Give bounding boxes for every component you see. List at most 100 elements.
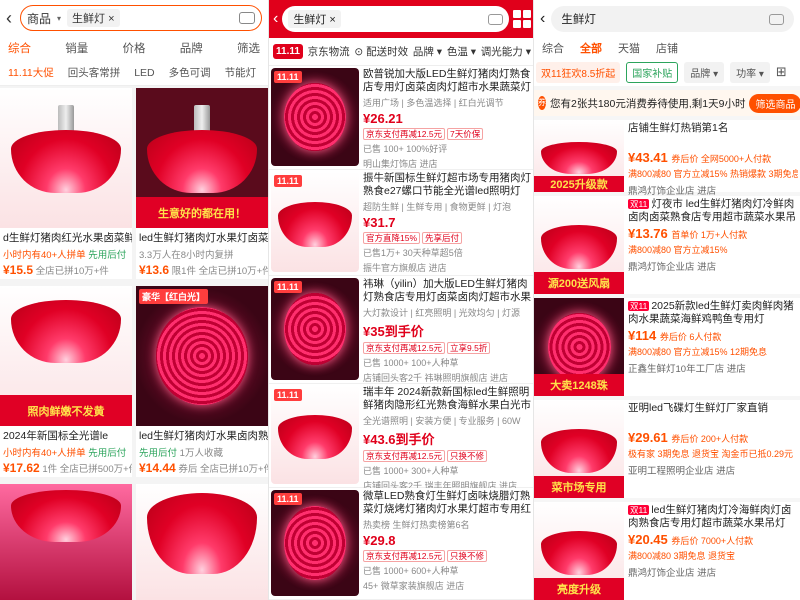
- price-note: 首单价 1万+人付款: [671, 230, 748, 240]
- filter-item[interactable]: 色温 ▾: [447, 44, 476, 59]
- product-list-item[interactable]: 11.11 振牛新国标生鲜灯超市场专用猪肉灯熟食e27螺口节能全光谱led照明灯 …: [269, 170, 533, 276]
- back-icon[interactable]: ‹: [540, 10, 545, 28]
- sales-meta: 已售 1000+ 100+人种草: [363, 358, 459, 368]
- chip-brand[interactable]: 品牌 ▾: [684, 61, 725, 83]
- product-price-row: ¥43.41 券后价 全网5000+人付款: [628, 150, 798, 165]
- search-input[interactable]: 商品 ▾ 生鲜灯 ×: [20, 5, 262, 31]
- sales-meta: 已售 1000+ 300+人种草: [363, 466, 459, 476]
- image-banner: 亮度升级: [534, 578, 624, 600]
- product-card[interactable]: 生意好的都在用！ led生鲜灯猪肉灯水果灯卤菜熟 3.3万人在8小时内复拼 ¥1…: [136, 88, 268, 279]
- promo-meta: 满800减80 官方立减15% 12期免息: [628, 347, 768, 357]
- search-scope[interactable]: 商品: [27, 10, 51, 27]
- product-image: 生意好的都在用！: [136, 88, 268, 228]
- sales-meta: 已售1万+ 30天种草超5倍: [363, 248, 463, 258]
- shop-link[interactable]: 正鑫生鲜灯10年工厂店 进店: [628, 361, 798, 375]
- product-list-item[interactable]: 大卖1248珠 双11 2025新款led生鲜灯卖肉鲜肉猪肉水果蔬菜海鲜鸡鸭鱼专用灯…: [534, 298, 800, 396]
- product-meta: 1件 全店已拼500万+件: [42, 464, 132, 475]
- product-list-item[interactable]: 11.11 微草LED熟食灯生鲜灯卤味烧腊灯熟菜灯烧烤灯猪肉灯水果灯超市专用红黄光…: [269, 488, 533, 600]
- grid-view-icon[interactable]: ⊞: [776, 64, 787, 80]
- product-list-item[interactable]: 亮度升级 双11 led生鲜灯猪肉灯冷海鲜肉灯卤肉熟食店专用灯超市蔬菜水果吊灯 ¥20…: [534, 502, 800, 600]
- promo-tags: 官方直降15% 先享后付: [363, 232, 533, 244]
- sort-sales[interactable]: 销量: [65, 40, 88, 56]
- promo-11-icon: 11.11: [274, 71, 302, 83]
- promo-tag: 只换不修: [447, 450, 488, 462]
- filter-item[interactable]: 调光能力 ▾: [481, 44, 531, 59]
- tag[interactable]: LED: [130, 65, 158, 81]
- product-title: led生鲜灯猪肉灯水果灯卤菜熟: [139, 232, 268, 244]
- panel-taobao: ‹ 生鲜灯 综合 全部 天猫 店铺 双11狂欢8.5折起 国家补贴 品牌 ▾ 功…: [534, 0, 800, 600]
- sort-composite[interactable]: 综合: [8, 40, 31, 56]
- image-banner: 源200送风扇: [534, 272, 624, 294]
- search-text: 生鲜灯: [561, 14, 596, 26]
- filter-tags: 11.11大促 回头客常拼 LED 多色可调 节能灯 圆形: [0, 60, 268, 86]
- search-chip[interactable]: 生鲜灯 ×: [288, 10, 341, 28]
- tab-composite[interactable]: 综合: [542, 40, 564, 56]
- product-card[interactable]: [0, 484, 132, 600]
- camera-icon[interactable]: [769, 13, 784, 25]
- promo-tag: 京东支付再减12.5元: [363, 128, 446, 140]
- shop-link[interactable]: 振牛官方旗舰店 进店: [363, 261, 533, 274]
- chip-subsidy[interactable]: 国家补贴: [626, 61, 679, 83]
- promo-tags: 京东支付再减12.5元 立享9.5折: [363, 342, 533, 354]
- product-list-item[interactable]: 11.11 祎琳（yilin）加大版LED生鲜灯猪肉灯熟食店专用灯卤菜卤肉灯超市水…: [269, 276, 533, 384]
- product-price: ¥26.21: [363, 111, 403, 126]
- search-bar: ‹ 商品 ▾ 生鲜灯 ×: [0, 0, 268, 36]
- product-list-item[interactable]: 11.11 瑞丰年 2024新款新国标led生鲜照明鲜猪肉隐形红光熟食海鲜水果白光…: [269, 384, 533, 491]
- camera-icon[interactable]: [488, 13, 503, 25]
- filter-goods-button[interactable]: 筛选商品: [749, 93, 800, 113]
- product-list-item[interactable]: 2025升级款 店铺生鲜灯热销第1名 ¥43.41 券后价 全网5000+人付款 满8…: [534, 120, 800, 197]
- tab-all[interactable]: 全部: [580, 40, 602, 56]
- product-list-item[interactable]: 源200送风扇 双11 灯夜市 led生鲜灯猪肉灯冷鲜肉卤肉卤菜熟食店专用超市蔬菜水…: [534, 196, 800, 294]
- shop-link[interactable]: 亚明工程照明企业店 进店: [628, 463, 798, 477]
- tag[interactable]: 11.11大促: [4, 63, 58, 82]
- filter-item[interactable]: 京东物流: [308, 44, 350, 59]
- image-banner: 生意好的都在用！: [136, 197, 268, 228]
- product-title: 双11 led生鲜灯猪肉灯冷海鲜肉灯卤肉熟食店专用灯超市蔬菜水果吊灯: [628, 504, 792, 529]
- product-list-item[interactable]: 菜市场专用 亚明led飞碟灯生鲜灯厂家直销 ¥29.61 券后价 200+人付款 极有…: [534, 400, 800, 498]
- tag[interactable]: 节能灯: [221, 63, 261, 82]
- search-chip[interactable]: 生鲜灯 ×: [67, 9, 120, 27]
- chip-promo[interactable]: 双11狂欢8.5折起: [536, 61, 621, 83]
- chip-power[interactable]: 功率 ▾: [730, 61, 770, 83]
- product-card[interactable]: d生鲜灯猪肉红光水果卤菜鲜 小时内有40+人拼单 先用后付 ¥15.5 全店已拼…: [0, 88, 132, 279]
- product-card[interactable]: 豪华【红白光】 led生鲜灯猪肉灯水果卤肉熟 先用后付 1万人收藏 ¥14.44…: [136, 286, 268, 477]
- product-price: ¥17.62: [3, 461, 40, 475]
- tab-tmall[interactable]: 天猫: [618, 40, 640, 56]
- sort-price[interactable]: 价格: [123, 40, 146, 56]
- panel-pinduoduo: ‹ 商品 ▾ 生鲜灯 × 综合 销量 价格 品牌 筛选 11.11大促 回头客常…: [0, 0, 268, 600]
- shop-link[interactable]: 45+ 微草家装旗舰店 进店: [363, 579, 533, 592]
- shop-link[interactable]: 鼎鸿灯饰企业店 进店: [628, 259, 798, 273]
- tag[interactable]: 多色可调: [165, 63, 215, 82]
- product-price-row: ¥15.5 全店已拼10万+件: [0, 261, 132, 279]
- promo-11-icon: 11.11: [274, 281, 302, 293]
- search-input[interactable]: 生鲜灯: [551, 6, 794, 32]
- product-card[interactable]: [136, 484, 268, 600]
- shop-link[interactable]: 明山集灯饰店 进店: [363, 157, 533, 170]
- tab-store[interactable]: 店铺: [656, 40, 678, 56]
- product-title: 亚明led飞碟灯生鲜灯厂家直销: [628, 402, 769, 414]
- pay-later-badge: 先用后付: [88, 250, 127, 261]
- camera-icon[interactable]: [239, 12, 255, 24]
- filter-item[interactable]: ⊙ 配送时效: [354, 44, 408, 59]
- sort-filter[interactable]: 筛选: [237, 40, 260, 56]
- product-price-row: ¥20.45 券后价 7000+人付款: [628, 532, 798, 547]
- product-image: 源200送风扇: [534, 196, 624, 294]
- search-input[interactable]: 生鲜灯 ×: [282, 6, 509, 32]
- search-bar: ‹ 生鲜灯 ×: [269, 0, 533, 38]
- shop-link[interactable]: 鼎鸿灯饰企业店 进店: [628, 183, 798, 197]
- tag[interactable]: 回头客常拼: [64, 63, 125, 82]
- filter-item[interactable]: 品牌 ▾: [413, 44, 442, 59]
- shop-link[interactable]: 店铺回头客2千 祎琳照明旗舰店 进店: [363, 371, 533, 384]
- social-proof: 1万人收藏: [179, 448, 223, 459]
- back-icon[interactable]: ‹: [273, 10, 278, 28]
- sort-brand[interactable]: 品牌: [180, 40, 203, 56]
- shop-link[interactable]: 鼎鸿灯饰企业店 进店: [628, 565, 798, 579]
- promo-filter[interactable]: 11.11: [273, 44, 303, 59]
- product-image: [0, 484, 132, 600]
- product-card[interactable]: 照肉鲜嫩不发黄 2024年新国标全光谱le 小时内有40+人拼单 先用后付 ¥1…: [0, 286, 132, 477]
- price-note: 券后价 6人付款: [659, 332, 722, 342]
- product-price: ¥29.8: [363, 533, 396, 548]
- grid-view-icon[interactable]: [513, 10, 531, 28]
- back-icon[interactable]: ‹: [6, 8, 16, 29]
- product-list-item[interactable]: 11.11 欧普锐加大版LED生鲜灯猪肉灯熟食店专用灯卤菜卤肉灯超市水果蔬菜灯 鲜…: [269, 66, 533, 170]
